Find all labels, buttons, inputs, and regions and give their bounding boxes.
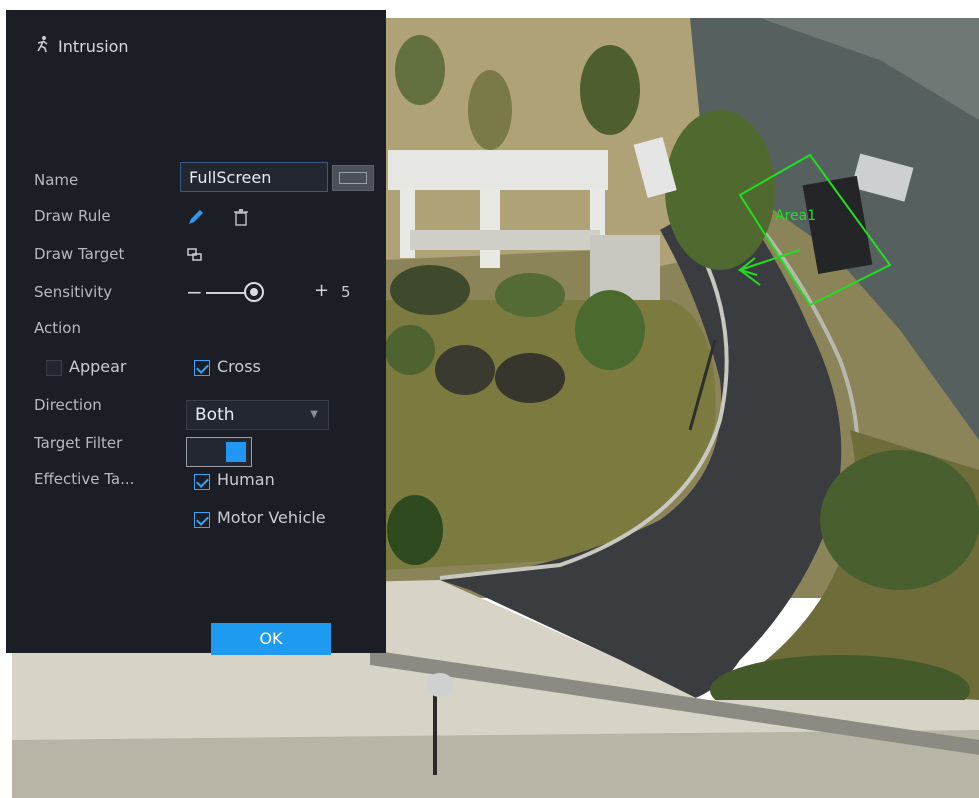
panel-title: Intrusion [34, 35, 129, 57]
motor-vehicle-checkbox[interactable] [194, 512, 210, 528]
sensitivity-increase-button[interactable]: + [314, 280, 329, 301]
appear-label: Appear [69, 357, 127, 376]
direction-value: Both [195, 405, 235, 425]
draw-rule-label: Draw Rule [34, 207, 111, 225]
appear-checkbox[interactable] [46, 360, 62, 376]
sensitivity-label: Sensitivity [34, 283, 113, 301]
cross-checkbox[interactable] [194, 360, 210, 376]
direction-select[interactable]: Both ▼ [186, 400, 329, 430]
trash-icon[interactable] [233, 208, 249, 230]
effective-target-label: Effective Ta... [34, 470, 135, 488]
sensitivity-slider-handle[interactable] [244, 282, 264, 302]
human-checkbox[interactable] [194, 474, 210, 490]
running-person-icon [34, 35, 52, 57]
name-input[interactable]: FullScreen [180, 162, 328, 192]
ok-button[interactable]: OK [211, 623, 331, 655]
pencil-icon[interactable] [186, 207, 206, 231]
target-filter-toggle[interactable] [186, 437, 252, 467]
motor-vehicle-label: Motor Vehicle [217, 508, 326, 527]
draw-target-icon[interactable] [186, 247, 204, 267]
panel-title-text: Intrusion [58, 36, 129, 56]
sensitivity-value: 5 [341, 283, 351, 301]
action-label: Action [34, 319, 81, 337]
target-filter-label: Target Filter [34, 434, 123, 452]
name-label: Name [34, 171, 79, 189]
chevron-down-icon: ▼ [310, 409, 318, 420]
keyboard-icon[interactable] [332, 165, 374, 191]
area-label: Area1 [775, 208, 816, 224]
direction-label: Direction [34, 396, 102, 414]
cross-label: Cross [217, 357, 261, 376]
human-label: Human [217, 470, 275, 489]
sensitivity-decrease-button[interactable]: − [186, 280, 203, 304]
draw-target-label: Draw Target [34, 245, 125, 263]
intrusion-settings-panel: Intrusion Name FullScreen Draw Rule Draw… [6, 10, 386, 655]
